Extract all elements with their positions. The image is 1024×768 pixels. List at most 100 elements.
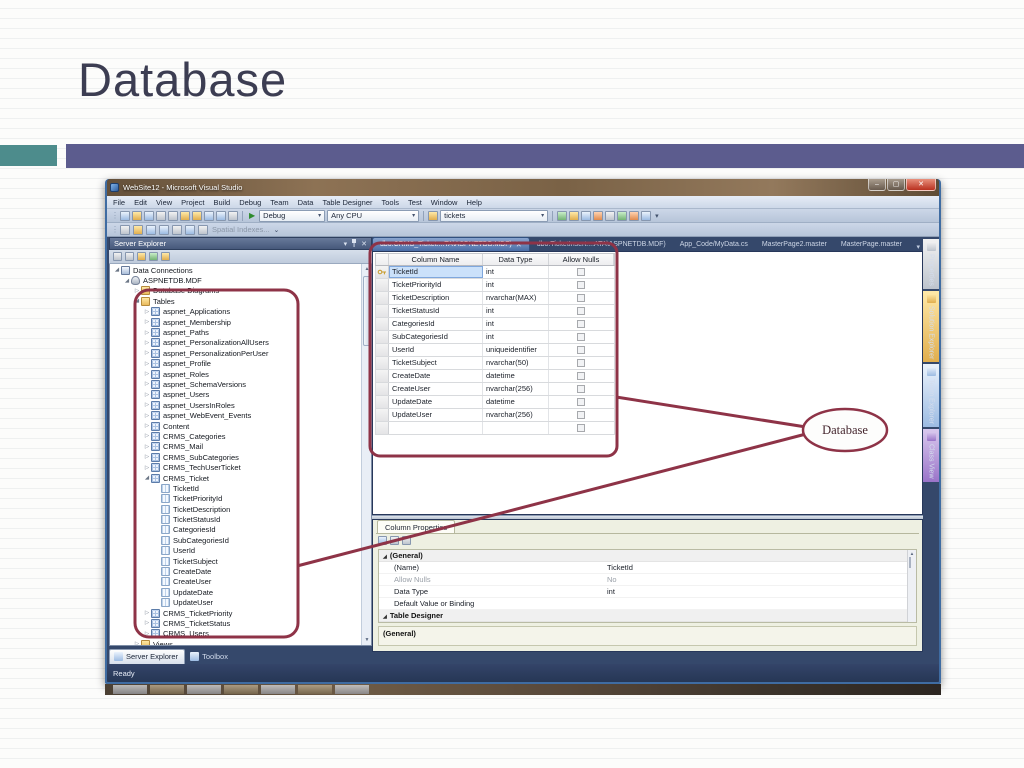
data-type-cell[interactable]: int: [483, 305, 549, 317]
table-row[interactable]: UserId uniqueidentifier: [375, 344, 615, 357]
data-type-cell[interactable]: nvarchar(256): [483, 383, 549, 395]
property-value[interactable]: int: [607, 586, 916, 597]
toolbar-icon[interactable]: [144, 210, 154, 221]
toolbar-overflow-icon[interactable]: ⌄: [274, 226, 280, 234]
solution-configurations-select[interactable]: Debug: [259, 209, 326, 222]
property-section-general[interactable]: (General): [379, 550, 916, 562]
tree-item[interactable]: ▷ CRMS_TicketStatus: [110, 618, 361, 628]
column-name-cell[interactable]: UpdateUser: [389, 409, 483, 421]
tree-item[interactable]: ▷ CRMS_SubCategories: [110, 452, 361, 462]
allow-nulls-cell[interactable]: [549, 344, 613, 356]
tree-item[interactable]: ▷ aspnet_Profile: [110, 359, 361, 369]
toolbar-icon[interactable]: [617, 210, 628, 221]
tree-item[interactable]: ▷ aspnet_PersonalizationAllUsers: [110, 338, 361, 348]
document-tab[interactable]: MasterPage.master ✕: [834, 237, 909, 251]
find-in-files-icon[interactable]: [428, 210, 439, 221]
start-debugging-icon[interactable]: ▶: [249, 211, 255, 220]
tree-expander-icon[interactable]: ▷: [143, 465, 151, 471]
tree-expander-icon[interactable]: ▷: [143, 361, 151, 367]
allow-nulls-cell[interactable]: [549, 409, 613, 421]
toolbar-icon[interactable]: [137, 252, 146, 261]
allow-nulls-cell[interactable]: [549, 422, 613, 434]
data-type-cell[interactable]: nvarchar(256): [483, 409, 549, 421]
table-row[interactable]: TicketStatusId int: [375, 305, 615, 318]
table-row[interactable]: UpdateUser nvarchar(256): [375, 409, 615, 422]
tree-expander-icon[interactable]: ◢: [143, 475, 151, 481]
tree-item[interactable]: ◢ Tables: [110, 296, 361, 306]
data-type-cell[interactable]: datetime: [483, 370, 549, 382]
tree-expander-icon[interactable]: ▷: [143, 350, 151, 356]
table-row[interactable]: CreateUser nvarchar(256): [375, 383, 615, 396]
toolbar-icon[interactable]: [168, 210, 178, 221]
close-tab-icon[interactable]: ✕: [516, 241, 522, 249]
allow-nulls-cell[interactable]: [549, 305, 613, 317]
data-type-cell[interactable]: nvarchar(50): [483, 357, 549, 369]
tree-item[interactable]: ▷ aspnet_Applications: [110, 307, 361, 317]
autohide-tab[interactable]: Team Explorer: [923, 364, 939, 428]
tree-expander-icon[interactable]: ▷: [133, 288, 141, 294]
property-row[interactable]: Allow Nulls No: [379, 574, 916, 586]
toolbar-grip[interactable]: ⋮: [111, 211, 119, 220]
toolbar-icon[interactable]: [120, 224, 130, 235]
column-name-cell[interactable]: TicketStatusId: [389, 305, 483, 317]
tree-expander-icon[interactable]: ▷: [143, 309, 151, 315]
menu-item[interactable]: Window: [431, 198, 458, 207]
tree-item[interactable]: UserId: [110, 546, 361, 556]
search-combo[interactable]: tickets: [440, 209, 549, 222]
toolbar-icon[interactable]: [113, 252, 122, 261]
allow-nulls-cell[interactable]: [549, 318, 613, 330]
allow-nulls-checkbox[interactable]: [577, 281, 585, 289]
toolbar-icon[interactable]: [605, 210, 616, 221]
table-row[interactable]: TicketDescription nvarchar(MAX): [375, 292, 615, 305]
tab-list-overflow-icon[interactable]: ▾: [913, 243, 923, 251]
tree-expander-icon[interactable]: ▷: [143, 620, 151, 626]
row-selector[interactable]: [376, 422, 389, 434]
table-row[interactable]: CreateDate datetime: [375, 370, 615, 383]
toolbar-icon[interactable]: [198, 224, 208, 235]
row-selector[interactable]: [376, 266, 389, 278]
allow-nulls-checkbox[interactable]: [577, 268, 585, 276]
property-row[interactable]: (Name) TicketId: [379, 562, 916, 574]
tree-item[interactable]: ▷ aspnet_UsersInRoles: [110, 400, 361, 410]
menu-item[interactable]: Help: [466, 198, 481, 207]
tree-item[interactable]: ◢ CRMS_Ticket: [110, 473, 361, 483]
tree-item[interactable]: ▷ aspnet_SchemaVersions: [110, 379, 361, 389]
toolbar-icon[interactable]: [146, 224, 156, 235]
tree-expander-icon[interactable]: ◢: [123, 278, 131, 284]
autohide-tab[interactable]: Properties: [923, 239, 939, 289]
toolbar-icon[interactable]: [125, 252, 134, 261]
menu-item[interactable]: Team: [270, 198, 288, 207]
table-row[interactable]: [375, 422, 615, 435]
toolbar-icon[interactable]: [228, 210, 238, 221]
data-type-cell[interactable]: int: [483, 331, 549, 343]
allow-nulls-checkbox[interactable]: [577, 359, 585, 367]
tree-item[interactable]: ▷ CRMS_Categories: [110, 431, 361, 441]
column-name-cell[interactable]: CreateUser: [389, 383, 483, 395]
toolbar-icon[interactable]: [120, 210, 130, 221]
tree-item[interactable]: ▷ CRMS_TicketPriority: [110, 608, 361, 618]
toolbar-icon[interactable]: [185, 224, 195, 235]
toolbar-icon[interactable]: [192, 210, 202, 221]
close-panel-icon[interactable]: ✕: [361, 240, 367, 248]
menu-item[interactable]: Tools: [382, 198, 400, 207]
tree-item[interactable]: CategoriesId: [110, 525, 361, 535]
window-position-icon[interactable]: ▾: [344, 240, 348, 248]
panel-tab[interactable]: Server Explorer: [109, 649, 186, 664]
autohide-tab[interactable]: Class View: [923, 429, 939, 482]
allow-nulls-checkbox[interactable]: [577, 294, 585, 302]
allow-nulls-checkbox[interactable]: [577, 346, 585, 354]
table-row[interactable]: CategoriesId int: [375, 318, 615, 331]
tree-item[interactable]: ▷ aspnet_PersonalizationPerUser: [110, 348, 361, 358]
toolbar-icon[interactable]: [629, 210, 640, 221]
allow-nulls-checkbox[interactable]: [577, 424, 585, 432]
allow-nulls-checkbox[interactable]: [577, 372, 585, 380]
tree-item[interactable]: ▷ Views: [110, 639, 361, 645]
toolbar-overflow-icon[interactable]: ▾: [655, 212, 659, 220]
document-tab[interactable]: dbo.TicketInsert:...ATA\ASPNETDB.MDF) ✕: [530, 237, 673, 251]
row-selector[interactable]: [376, 357, 389, 369]
tree-item[interactable]: ◢ Data Connections: [110, 265, 361, 275]
tree-item[interactable]: ▷ CRMS_TechUserTicket: [110, 462, 361, 473]
tree-expander-icon[interactable]: ▷: [143, 423, 151, 429]
allow-nulls-cell[interactable]: [549, 331, 613, 343]
toolbar-icon[interactable]: [172, 224, 182, 235]
